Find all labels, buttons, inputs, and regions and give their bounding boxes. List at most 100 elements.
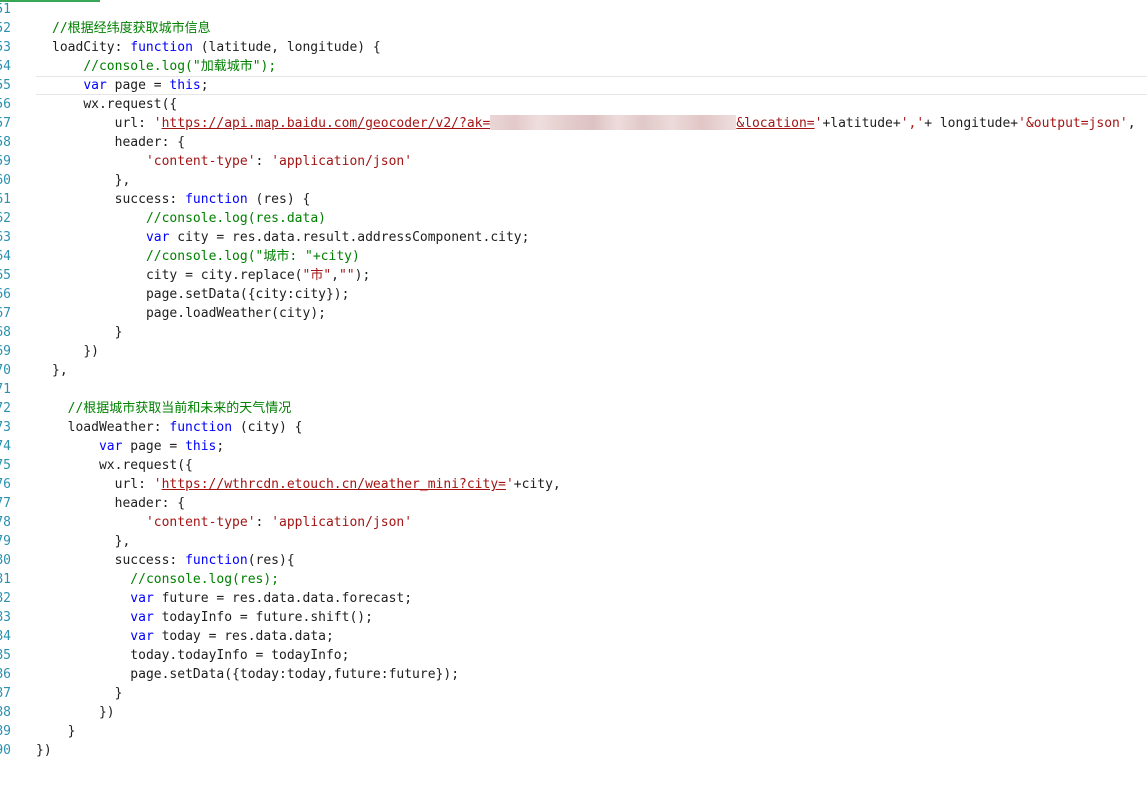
token-link[interactable]: https://wthrcdn.etouch.cn/weather_mini?c… <box>162 477 506 492</box>
code-line[interactable]: 76 url: 'https://wthrcdn.etouch.cn/weathe… <box>0 475 1147 494</box>
line-number: 89 <box>0 724 11 739</box>
line-code[interactable]: //根据城市获取当前和未来的天气情况 <box>36 399 292 418</box>
line-code[interactable]: //console.log(res.data) <box>36 209 326 228</box>
code-line[interactable]: 70}, <box>0 361 1147 380</box>
line-code[interactable]: today.todayInfo = todayInfo; <box>36 646 349 665</box>
token-plain: page.loadWeather(city); <box>145 306 326 321</box>
line-code[interactable]: page.loadWeather(city); <box>36 304 326 323</box>
line-code[interactable]: var page = this; <box>36 437 224 456</box>
line-code[interactable]: city = city.replace("市",""); <box>36 266 370 285</box>
code-line[interactable]: 57 url: 'https://api.map.baidu.com/geocod… <box>0 114 1147 133</box>
code-line[interactable]: 60}, <box>0 171 1147 190</box>
line-code[interactable]: wx.request({ <box>36 456 193 475</box>
line-code[interactable]: } <box>36 684 123 703</box>
code-line[interactable]: 66 page.setData({city:city}); <box>0 285 1147 304</box>
line-code[interactable]: } <box>36 722 76 741</box>
line-code[interactable]: var today = res.data.data; <box>36 627 334 646</box>
line-code[interactable]: header: { <box>36 133 185 152</box>
token-plain: today.todayInfo = todayInfo; <box>130 648 350 663</box>
line-code[interactable]: }) <box>36 741 52 760</box>
line-number: 67 <box>0 306 11 321</box>
code-editor[interactable]: 51 52 //根据经纬度获取城市信息 53 loadCity: function (l… <box>0 0 1147 807</box>
code-line[interactable]: 63 var city = res.data.result.addressComp… <box>0 228 1147 247</box>
code-line[interactable]: 71 <box>0 380 1147 399</box>
code-line[interactable]: 81 //console.log(res); <box>0 570 1147 589</box>
line-number: 74 <box>0 439 11 454</box>
line-code[interactable]: page.setData({today:today,future:future}… <box>36 665 459 684</box>
line-code[interactable]: loadCity: function (latitude, longitude)… <box>36 38 381 57</box>
code-line[interactable]: 80 success: function(res){ <box>0 551 1147 570</box>
code-line[interactable]: 83 var todayInfo = future.shift(); <box>0 608 1147 627</box>
token-link[interactable]: https://api.map.baidu.com/geocoder/v2/?a… <box>162 116 491 131</box>
code-line[interactable]: 51 <box>0 0 1147 19</box>
line-code[interactable]: }, <box>36 171 131 190</box>
line-code[interactable]: //根据经纬度获取城市信息 <box>36 19 211 38</box>
code-line[interactable]: 87} <box>0 684 1147 703</box>
code-line[interactable]: 52 //根据经纬度获取城市信息 <box>0 19 1147 38</box>
line-code[interactable]: wx.request({ <box>36 95 177 114</box>
code-line[interactable]: 74 var page = this; <box>0 437 1147 456</box>
code-line[interactable]: 62 //console.log(res.data) <box>0 209 1147 228</box>
token-plain: }, <box>52 363 68 378</box>
line-code[interactable]: }) <box>36 342 99 361</box>
code-line[interactable]: 72 //根据城市获取当前和未来的天气情况 <box>0 399 1147 418</box>
line-code[interactable]: header: { <box>36 494 185 513</box>
line-code[interactable]: var todayInfo = future.shift(); <box>36 608 373 627</box>
code-line[interactable]: 61 success: function (res) { <box>0 190 1147 209</box>
token-keyword: this <box>185 439 217 454</box>
line-code[interactable]: //console.log("加载城市"); <box>36 57 276 76</box>
line-code[interactable]: }) <box>36 703 115 722</box>
code-line[interactable]: 64 //console.log("城市: "+city) <box>0 247 1147 266</box>
line-code[interactable]: }, <box>36 361 68 380</box>
line-code[interactable]: 'content-type': 'application/json' <box>36 513 412 532</box>
line-number: 83 <box>0 610 11 625</box>
line-number: 88 <box>0 705 11 720</box>
line-code[interactable]: } <box>36 323 123 342</box>
line-number: 57 <box>0 116 11 131</box>
line-code[interactable]: success: function (res) { <box>36 190 311 209</box>
line-number: 86 <box>0 667 11 682</box>
line-code[interactable]: //console.log(res); <box>36 570 279 589</box>
code-line[interactable]: 68} <box>0 323 1147 342</box>
code-line[interactable]: 69}) <box>0 342 1147 361</box>
token-keyword: var <box>98 439 123 454</box>
code-line[interactable]: 65 city = city.replace("市",""); <box>0 266 1147 285</box>
code-line[interactable]: 54 //console.log("加载城市"); <box>0 57 1147 76</box>
token-keyword: var <box>83 78 107 93</box>
code-line[interactable]: 55 var page = this; <box>0 76 1147 95</box>
code-line[interactable]: 82 var future = res.data.data.forecast; <box>0 589 1147 608</box>
code-line[interactable]: 75 wx.request({ <box>0 456 1147 475</box>
code-line[interactable]: 90}) <box>0 741 1147 760</box>
code-line[interactable]: 56 wx.request({ <box>0 95 1147 114</box>
line-number: 58 <box>0 135 11 150</box>
code-line[interactable]: 85 today.todayInfo = todayInfo; <box>0 646 1147 665</box>
line-code[interactable]: page.setData({city:city}); <box>36 285 350 304</box>
line-code[interactable]: var future = res.data.data.forecast; <box>36 589 412 608</box>
code-line[interactable]: 79}, <box>0 532 1147 551</box>
line-code[interactable]: url: 'https://api.map.baidu.com/geocoder… <box>36 114 1136 133</box>
line-code[interactable]: var page = this; <box>36 77 208 94</box>
code-line[interactable]: 89} <box>0 722 1147 741</box>
token-link[interactable]: &location= <box>736 116 814 131</box>
code-line[interactable]: 58 header: { <box>0 133 1147 152</box>
code-line[interactable]: 53 loadCity: function (latitude, longitud… <box>0 38 1147 57</box>
line-code[interactable]: //console.log("城市: "+city) <box>36 247 360 266</box>
line-number: 53 <box>0 40 11 55</box>
line-code[interactable]: url: 'https://wthrcdn.etouch.cn/weather_… <box>36 475 561 494</box>
token-plain: }) <box>36 743 52 758</box>
line-code[interactable]: loadWeather: function (city) { <box>36 418 303 437</box>
line-code[interactable]: var city = res.data.result.addressCompon… <box>36 228 530 247</box>
code-line[interactable]: 77 header: { <box>0 494 1147 513</box>
code-line[interactable]: 84 var today = res.data.data; <box>0 627 1147 646</box>
line-code[interactable]: 'content-type': 'application/json' <box>36 152 412 171</box>
line-number: 70 <box>0 363 11 378</box>
code-line[interactable]: 67 page.loadWeather(city); <box>0 304 1147 323</box>
line-code[interactable]: success: function(res){ <box>36 551 295 570</box>
code-line[interactable]: 59 'content-type': 'application/json' <box>0 152 1147 171</box>
code-line[interactable]: 88}) <box>0 703 1147 722</box>
token-comment: //根据经纬度获取城市信息 <box>52 21 211 36</box>
code-line[interactable]: 78 'content-type': 'application/json' <box>0 513 1147 532</box>
line-code[interactable]: }, <box>36 532 131 551</box>
code-line[interactable]: 86 page.setData({today:today,future:futur… <box>0 665 1147 684</box>
code-line[interactable]: 73 loadWeather: function (city) { <box>0 418 1147 437</box>
